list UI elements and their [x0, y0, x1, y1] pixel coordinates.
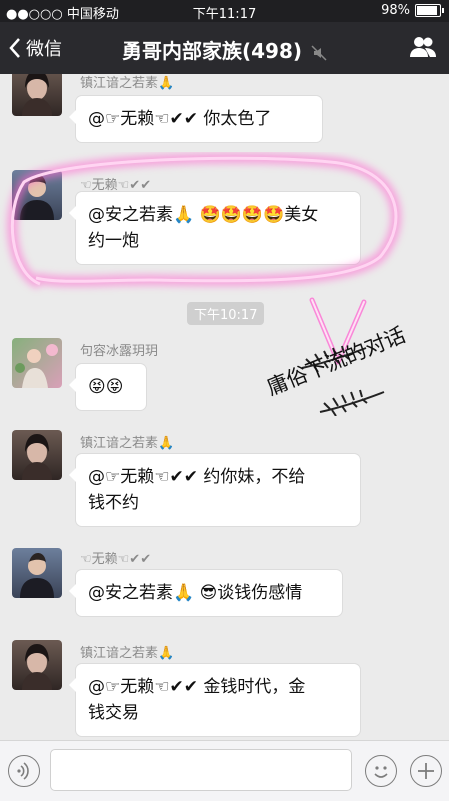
sender-name: 镇江谙之若素🙏 [80, 646, 175, 661]
input-bar [0, 740, 449, 801]
navigation-bar: 微信 勇哥内部家族(498) [0, 22, 449, 74]
avatar[interactable] [12, 430, 62, 480]
message-bubble[interactable]: @安之若素🙏 😎谈钱伤感情 [69, 570, 342, 616]
message-bubble[interactable]: @☞无赖☜✔✔ 你太色了 [69, 96, 322, 142]
message-text-line: @☞无赖☜✔✔ 约你妹，不给 [88, 467, 306, 487]
chat-title: 勇哥内部家族(498) [0, 35, 449, 64]
smiley-icon [374, 766, 388, 778]
avatar[interactable] [12, 74, 62, 116]
message-text-line: 约一炮 [88, 231, 139, 251]
message-item: ☜无赖☜✔✔ @安之若素🙏 🤩🤩🤩🤩美女 约一炮 [0, 170, 449, 270]
group-members-button[interactable] [409, 36, 437, 62]
sender-name: 镇江谙之若素🙏 [80, 76, 175, 91]
message-bubble[interactable]: @☞无赖☜✔✔ 约你妹，不给 钱不约 [69, 454, 360, 526]
avatar[interactable] [12, 548, 62, 598]
message-item: 镇江谙之若素🙏 @☞无赖☜✔✔ 你太色了 [0, 74, 449, 146]
timestamp-divider: 下午10:17 [187, 302, 265, 325]
message-input[interactable] [50, 749, 352, 791]
message-text-line: @安之若素🙏 🤩🤩🤩🤩美女 [88, 205, 319, 225]
sender-name: 句容冰露玥玥 [80, 344, 159, 359]
sender-name: ☜无赖☜✔✔ [80, 552, 152, 567]
people-icon [410, 37, 436, 57]
message-bubble[interactable]: @☞无赖☜✔✔ 金钱时代，金 钱交易 [69, 664, 360, 736]
voice-input-button[interactable] [8, 755, 40, 787]
mute-icon [311, 44, 327, 61]
message-text-line: 钱不约 [88, 493, 139, 513]
status-bar: ●●○○○ 中国移动 下午11:17 98% [0, 0, 449, 22]
message-item: 镇江谙之若素🙏 @☞无赖☜✔✔ 金钱时代，金 钱交易 [0, 640, 449, 740]
message-bubble[interactable]: 😝😝 [69, 364, 146, 410]
plus-icon [418, 763, 434, 779]
more-button[interactable] [410, 755, 442, 787]
message-text-line: @☞无赖☜✔✔ 金钱时代，金 [88, 677, 306, 697]
emoji-button[interactable] [365, 755, 397, 787]
sender-name: ☜无赖☜✔✔ [80, 178, 152, 193]
avatar[interactable] [12, 338, 62, 388]
battery-percent: 98% [381, 3, 410, 18]
voice-icon [17, 762, 29, 780]
message-item: 镇江谙之若素🙏 @☞无赖☜✔✔ 约你妹，不给 钱不约 [0, 430, 449, 530]
battery-icon [415, 4, 444, 17]
sender-name: 镇江谙之若素🙏 [80, 436, 175, 451]
battery-status: 98% [381, 3, 444, 18]
avatar[interactable] [12, 170, 62, 220]
avatar[interactable] [12, 640, 62, 690]
message-text-line: 钱交易 [88, 703, 139, 723]
message-bubble[interactable]: @安之若素🙏 🤩🤩🤩🤩美女 约一炮 [69, 192, 360, 264]
chat-area[interactable]: 镇江谙之若素🙏 @☞无赖☜✔✔ 你太色了 ☜无赖☜✔✔ @安之若素🙏 🤩🤩🤩🤩美… [0, 74, 449, 740]
message-item: ☜无赖☜✔✔ @安之若素🙏 😎谈钱伤感情 [0, 548, 449, 624]
